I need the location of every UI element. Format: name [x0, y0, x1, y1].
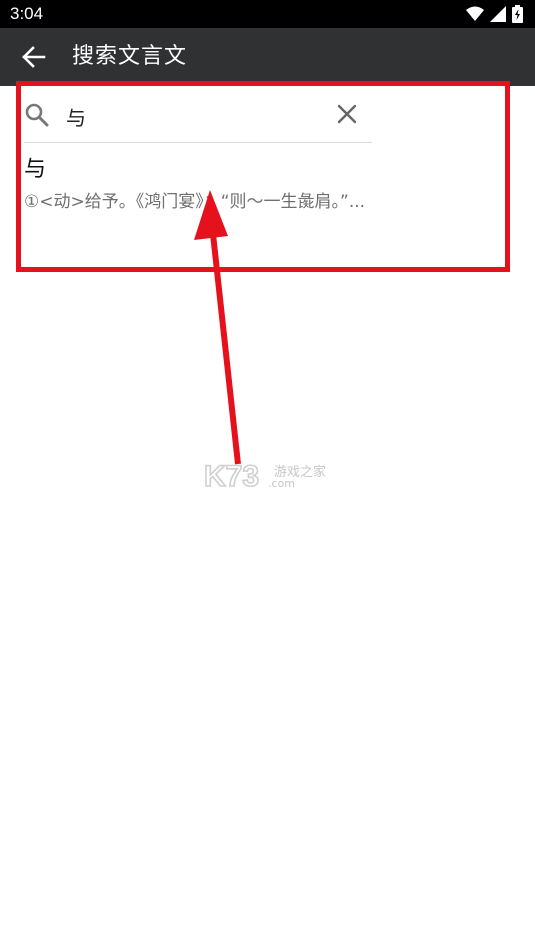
- wifi-icon: [466, 6, 484, 21]
- status-bar: 3:04: [0, 0, 535, 28]
- page-title: 搜索文言文: [72, 44, 188, 69]
- status-icons: [466, 5, 523, 23]
- signal-icon: [490, 6, 506, 22]
- status-time: 3:04: [10, 4, 44, 23]
- arrow-left-icon[interactable]: [20, 44, 46, 70]
- annotation-highlight-box: [16, 81, 510, 272]
- app-bar: 搜索文言文: [0, 28, 535, 86]
- watermark-domain: .com: [268, 477, 295, 490]
- battery-icon: [512, 5, 523, 23]
- watermark-logo-text: K73: [204, 460, 259, 493]
